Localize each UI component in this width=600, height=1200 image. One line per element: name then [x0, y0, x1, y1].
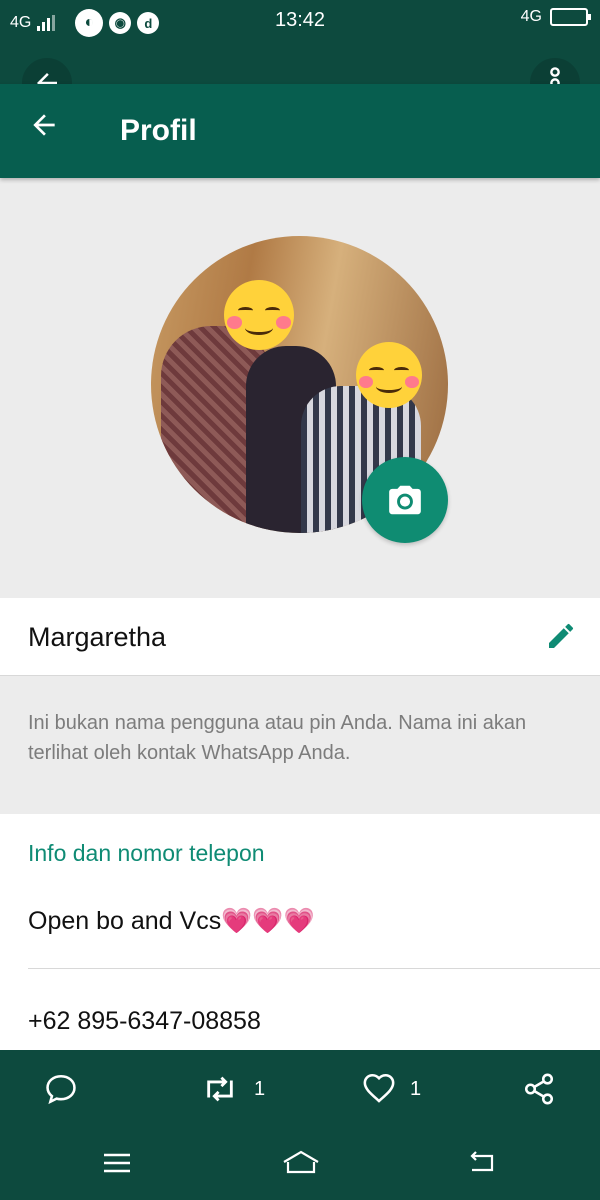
phone-number[interactable]: +62 895-6347-08858 [28, 1007, 261, 1036]
menu-icon [104, 1153, 130, 1173]
divider [28, 968, 600, 969]
back-arrow-icon [33, 114, 55, 136]
battery-icon [550, 8, 591, 26]
comment-icon [46, 1074, 76, 1105]
menu-button[interactable] [100, 1148, 134, 1183]
page-title: Profil [120, 114, 197, 147]
retweet-button[interactable]: 1 [200, 1072, 265, 1106]
camera-icon [389, 485, 421, 515]
like-button[interactable]: 1 [362, 1072, 421, 1106]
blushing-emoji-icon [356, 342, 422, 408]
share-icon [524, 1073, 554, 1105]
info-card: Info dan nomor telepon Open bo and Vcs💗💗… [0, 814, 600, 1054]
system-nav-bar [0, 1130, 600, 1200]
status-right: 4G [520, 8, 591, 26]
post-action-bar: 1 1 [0, 1050, 600, 1130]
name-row[interactable]: Margaretha [0, 598, 600, 676]
status-bar: 4G ◐ ◉ d 13:42 4G [0, 0, 600, 40]
comment-button[interactable] [44, 1072, 78, 1106]
name-hint-text: Ini bukan nama pengguna atau pin Anda. N… [28, 712, 527, 764]
edit-name-button[interactable] [545, 620, 577, 652]
share-button[interactable] [522, 1072, 556, 1106]
underlying-toolbar [0, 40, 600, 84]
like-count: 1 [410, 1077, 422, 1100]
home-icon [283, 1150, 319, 1174]
profile-name: Margaretha [28, 622, 167, 652]
app-bar: Profil [0, 84, 600, 178]
home-button[interactable] [280, 1148, 322, 1183]
retweet-icon [207, 1076, 233, 1102]
network-type-right: 4G [520, 8, 542, 25]
system-back-button[interactable] [464, 1148, 500, 1183]
section-title-info: Info dan nomor telepon [28, 840, 265, 866]
status-time: 13:42 [274, 9, 326, 31]
about-text[interactable]: Open bo and Vcs💗💗💗 [28, 907, 315, 936]
change-photo-button[interactable] [362, 457, 448, 543]
back-nav-icon [470, 1151, 494, 1172]
retweet-count: 1 [254, 1077, 266, 1100]
edit-pencil-icon [549, 623, 574, 648]
heart-icon [363, 1073, 395, 1103]
back-button[interactable] [28, 109, 68, 149]
smiling-emoji-icon [224, 280, 294, 350]
